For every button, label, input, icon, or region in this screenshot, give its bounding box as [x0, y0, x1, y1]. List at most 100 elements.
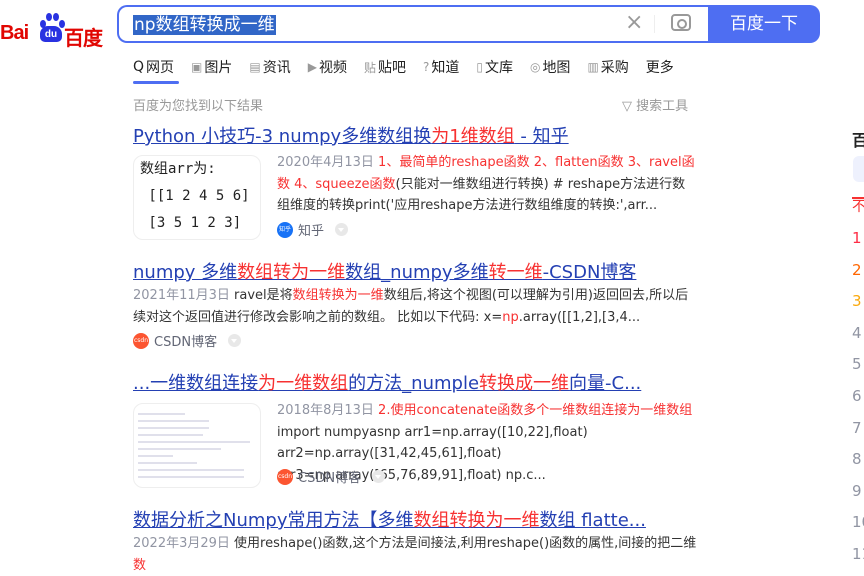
highlight-text: np [502, 309, 519, 325]
result-title-link[interactable]: numpy 多维数组转为一维数组_numpy多维转一维-CSDN博客 [133, 261, 636, 285]
tab-label: 更多 [645, 60, 674, 76]
tab-icon: ▤ [249, 60, 261, 74]
tab-8[interactable]: ▥ 采购 [587, 57, 628, 77]
text: ...一维数组连接 [133, 373, 259, 394]
text: -CSDN博客 [542, 262, 637, 283]
result-snippet: 2020年4月13日 1、最简单的reshape函数 2、flatten函数 3… [277, 152, 697, 217]
result-source[interactable]: 知乎 知乎 [277, 220, 349, 239]
highlight-text: 数组转换为一维 [413, 510, 540, 531]
text: 向量-C... [569, 373, 642, 394]
tab-icon: ▯ [476, 60, 483, 74]
hot-rank-number[interactable]: 1 [852, 229, 862, 247]
text: 数据分析之Numpy常用方法【多维 [133, 510, 414, 531]
tab-label: 采购 [600, 60, 629, 76]
result-title-link[interactable]: 数据分析之Numpy常用方法【多维数组转换为一维数组 flatte... [133, 509, 646, 533]
hot-rank-number[interactable]: 3 [852, 292, 862, 310]
tab-label: 贴吧 [377, 60, 406, 76]
tab-icon: ▶ [307, 60, 317, 74]
text: - 知乎 [514, 126, 569, 147]
hot-rank-number[interactable]: 7 [852, 419, 862, 437]
tab-6[interactable]: ▯ 文库 [476, 57, 513, 77]
search-tabs: Q 网页 ▣ 图片 ▤ 资讯 ▶ 视频贴贴吧? 知道 ▯ 文库 ◎ 地图 ▥ 采购 更多 [133, 57, 691, 77]
result-thumbnail[interactable]: 数组arr为: [[1 2 4 5 6] [3 5 1 2 3] [8 9 4 … [133, 155, 261, 240]
source-name: CSDN博客 [298, 471, 362, 486]
close-icon[interactable]: × [625, 10, 643, 35]
hot-rank-number[interactable]: 9 [852, 482, 862, 500]
result-title-link[interactable]: Python 小技巧-3 numpy多维数组换为1维数组 - 知乎 [133, 125, 569, 149]
result-title-link[interactable]: ...一维数组连接为一维数组的方法_numple转换成一维向量-C... [133, 372, 641, 396]
highlight-text: 为一维数组 [258, 373, 349, 394]
result-source[interactable]: csdn CSDN博客 [133, 331, 242, 350]
csdn-icon: csdn [277, 468, 293, 485]
search-tools-button[interactable]: ▽ 搜索工具 [622, 95, 688, 114]
hot-rank-number[interactable]: 8 [852, 450, 862, 468]
search-input[interactable]: np数组转换成一维 × [117, 5, 709, 43]
text: 的方法_numple [348, 373, 480, 394]
tab-3[interactable]: ▶ 视频 [308, 57, 347, 77]
tab-icon: Q [133, 59, 145, 75]
hot-rank-number[interactable]: 10 [852, 513, 864, 531]
result-date: 2021年11月3日 [133, 288, 230, 303]
tab-label: 图片 [204, 60, 233, 76]
pin-top-icon: 不 [852, 197, 864, 215]
csdn-icon: csdn [133, 332, 149, 349]
divider [654, 15, 655, 33]
text: numpy 多维 [133, 262, 238, 283]
tab-1[interactable]: ▣ 图片 [191, 57, 232, 77]
source-name: 知乎 [298, 224, 325, 239]
tab-label: 视频 [318, 60, 347, 76]
result-thumbnail[interactable] [133, 403, 261, 488]
result-date: 2022年3月29日 [133, 536, 230, 551]
highlight-text: 为1维数组 [431, 126, 515, 147]
result-source[interactable]: csdn CSDN博客 [277, 467, 386, 486]
hot-rank-number[interactable]: 4 [852, 324, 862, 342]
result-date: 2018年8月13日 [277, 403, 374, 418]
tab-label: 地图 [542, 60, 571, 76]
active-tab-indicator [133, 81, 179, 84]
hot-rank-number[interactable]: 6 [852, 387, 862, 405]
tab-icon: ▥ [587, 60, 599, 74]
search-query[interactable]: np数组转换成一维 [133, 15, 276, 35]
hot-rank-number[interactable]: 2 [852, 261, 862, 279]
highlight-text: 数组转换为一维 [292, 288, 384, 303]
highlight-text: 转一维 [488, 262, 543, 283]
highlight-text: 数组转为一维 [237, 262, 346, 283]
highlight-text: 数 [133, 557, 147, 573]
tab-label: 资讯 [262, 60, 291, 76]
camera-icon[interactable] [671, 14, 691, 31]
tab-icon: ◎ [529, 60, 541, 74]
highlight-text: 2.使用concatenate函数多个一维数组连接为一维数组 [378, 403, 693, 418]
zhihu-icon: 知乎 [277, 221, 293, 238]
tab-2[interactable]: ▤ 资讯 [249, 57, 290, 77]
hot-rank-number[interactable]: 11 [852, 545, 864, 563]
tab-4[interactable]: 贴贴吧 [364, 57, 406, 77]
highlight-text: 转换成一维 [479, 373, 570, 394]
text: .array([[1,2],[3,4... [518, 309, 641, 325]
text: 数组_numpy多维 [345, 262, 489, 283]
tab-icon: ▣ [191, 60, 203, 74]
tab-5[interactable]: ? 知道 [423, 57, 459, 77]
text: 使用reshape()函数,这个方法是间接法,利用reshape()函数的属性,… [234, 536, 697, 551]
tab-9[interactable]: 更多 [646, 57, 674, 77]
hot-search-tab[interactable] [853, 156, 864, 182]
tab-icon: ? [422, 60, 430, 74]
search-button[interactable]: 百度一下 [708, 5, 820, 43]
source-name: CSDN博客 [154, 335, 218, 350]
chevron-down-icon[interactable] [372, 470, 386, 483]
tab-label: 网页 [146, 60, 175, 76]
tab-0[interactable]: Q 网页 [133, 57, 174, 77]
hot-search-heading: 百 [852, 131, 864, 150]
result-snippet: 2021年11月3日 ravel是将数组转换为一维数组后,将这个视图(可以理解为… [133, 285, 698, 328]
result-count-text: 百度为您找到以下结果 [133, 99, 264, 114]
baidu-logo[interactable]: Bai du 百度 [0, 8, 103, 50]
chevron-down-icon[interactable] [228, 334, 242, 347]
text: Python 小技巧-3 numpy多维数组换 [133, 126, 432, 147]
chevron-down-icon[interactable] [335, 223, 349, 236]
result-snippet: 2022年3月29日 使用reshape()函数,这个方法是间接法,利用resh… [133, 533, 698, 576]
hot-rank-number[interactable]: 5 [852, 355, 862, 373]
text: ravel是将 [234, 288, 293, 303]
tab-7[interactable]: ◎ 地图 [530, 57, 570, 77]
tab-label: 知道 [431, 60, 460, 76]
tab-icon: 贴 [363, 60, 376, 75]
text: 数组 flatte... [539, 510, 646, 531]
